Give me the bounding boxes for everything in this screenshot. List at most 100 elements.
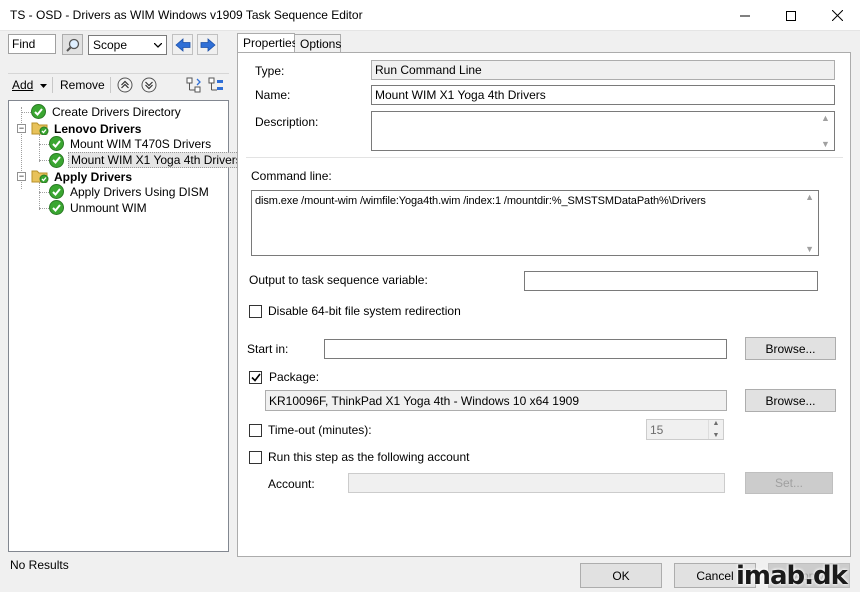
package-field: KR10096F, ThinkPad X1 Yoga 4th - Windows… [265,390,727,411]
output-variable-input[interactable] [524,271,818,291]
command-line-value: dism.exe /mount-wim /wimfile:Yoga4th.wim… [255,195,706,207]
window-title: TS - OSD - Drivers as WIM Windows v1909 … [10,8,363,22]
package-label: Package: [269,370,320,384]
name-input[interactable]: Mount WIM X1 Yoga 4th Drivers [371,85,835,105]
package-checkbox[interactable] [249,371,262,384]
add-label: Add [12,78,34,92]
tree-item[interactable]: Mount WIM T470S Drivers [49,136,213,151]
green-check-icon [49,200,64,215]
green-check-icon [49,136,64,151]
collapse-toggle[interactable]: − [17,172,26,181]
green-check-icon [49,184,64,199]
separator [246,157,843,158]
chevron-down-icon [154,42,162,48]
account-label: Account: [268,477,315,491]
status-text: No Results [10,558,69,572]
expand-all-button[interactable] [186,77,202,96]
find-input[interactable]: Find [8,34,56,54]
tree-item-label: Apply Drivers Using DISM [70,184,209,199]
scroll-up-icon: ▲ [805,192,814,202]
move-down-icon [141,77,157,93]
account-field [348,473,725,493]
scroll-up-icon: ▲ [821,113,830,123]
minimize-icon [740,15,750,16]
scope-select[interactable]: Scope [88,35,167,55]
tree-group-label: Apply Drivers [54,170,133,184]
tree-item-label: Create Drivers Directory [52,104,181,119]
green-check-icon [49,152,64,168]
tree-item[interactable]: Create Drivers Directory [31,104,183,119]
tree-item[interactable]: Apply Drivers Using DISM [49,184,211,199]
disable-64bit-label: Disable 64-bit file system redirection [268,304,461,318]
spin-down-icon: ▼ [712,432,720,439]
type-label: Type: [255,64,285,78]
magnifier-icon [65,38,79,52]
tree-line [39,160,49,161]
description-scrollbar[interactable]: ▲ ▼ [818,113,833,149]
green-check-icon [31,104,46,119]
name-label: Name: [255,88,291,102]
scope-value: Scope [93,38,128,52]
tree-item-selected[interactable]: Mount WIM X1 Yoga 4th Drivers [49,152,245,168]
properties-panel: Type: Run Command Line Name: Mount WIM X… [237,52,851,557]
find-previous-button[interactable] [172,34,193,55]
collapse-toggle[interactable]: − [17,124,26,133]
package-browse-button[interactable]: Browse... [745,389,836,412]
toolbar-divider [8,73,229,74]
close-icon [831,10,843,21]
collapse-all-icon [208,77,223,91]
find-next-button[interactable] [197,34,218,55]
tree-line [39,182,40,210]
task-sequence-tree[interactable]: Create Drivers Directory − Lenovo Driver… [8,100,245,552]
collapse-all-button[interactable] [208,77,224,96]
scroll-down-icon: ▼ [805,244,814,254]
move-down-button[interactable] [141,77,157,96]
tree-group-label: Lenovo Drivers [54,122,142,136]
set-account-button: Set... [745,472,833,494]
tree-item[interactable]: Unmount WIM [49,200,149,215]
add-button[interactable]: Add [12,78,47,92]
timeout-checkbox[interactable] [249,424,262,437]
command-line-input[interactable]: dism.exe /mount-wim /wimfile:Yoga4th.wim… [251,190,819,256]
command-line-scrollbar[interactable]: ▲ ▼ [802,192,817,254]
checkmark-icon [250,373,261,382]
ok-button[interactable]: OK [580,563,662,588]
folder-icon [31,168,49,186]
expand-all-icon [186,77,201,93]
toolbar-separator [52,77,53,93]
start-in-browse-button[interactable]: Browse... [745,337,836,360]
toolbar-separator [110,77,111,93]
close-button[interactable] [814,0,860,31]
tree-line [39,144,49,145]
folder-icon [31,120,49,138]
tab-properties[interactable]: Properties [237,33,298,53]
tree-line [39,208,49,209]
arrow-left-icon [174,37,190,52]
maximize-button[interactable] [768,0,814,31]
start-in-input[interactable] [324,339,727,359]
minimize-button[interactable] [722,0,768,31]
description-input[interactable]: ▲ ▼ [371,111,835,151]
start-in-label: Start in: [247,342,289,356]
tab-options[interactable]: Options [295,34,341,53]
disable-64bit-checkbox[interactable] [249,305,262,318]
tree-line [39,134,40,162]
dropdown-arrow-icon [39,84,47,88]
watermark-text: imab.dk [736,561,848,591]
title-bar: TS - OSD - Drivers as WIM Windows v1909 … [0,0,860,31]
search-button[interactable] [62,34,83,55]
tree-line [39,192,49,193]
tree-item-label: Unmount WIM [70,200,147,215]
command-line-label: Command line: [251,169,332,183]
run-as-checkbox[interactable] [249,451,262,464]
remove-button[interactable]: Remove [60,78,105,92]
timeout-stepper[interactable]: 15 ▲ ▼ [646,419,724,440]
spin-up-icon: ▲ [712,420,720,427]
type-field: Run Command Line [371,60,835,80]
move-up-button[interactable] [117,77,133,96]
spin-buttons[interactable]: ▲ ▼ [708,420,723,439]
maximize-icon [786,10,796,21]
scroll-down-icon: ▼ [821,139,830,149]
timeout-label: Time-out (minutes): [268,423,372,437]
tree-item-label: Mount WIM T470S Drivers [70,136,212,151]
